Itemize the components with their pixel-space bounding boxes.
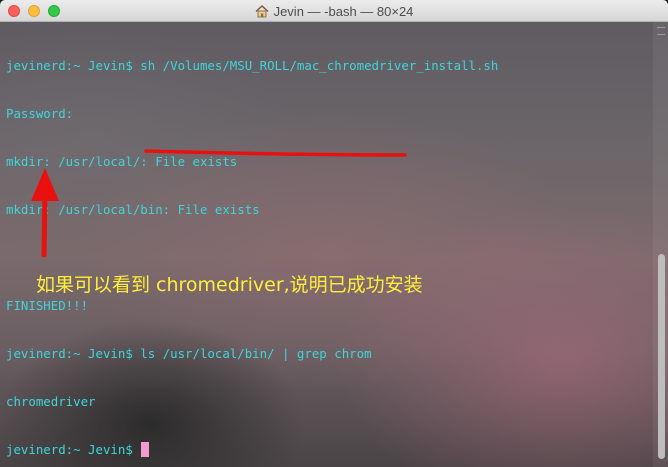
terminal-prompt-line[interactable]: jevinerd:~ Jevin$ [6, 441, 646, 459]
terminal-line: chromedriver [6, 394, 96, 409]
terminal-line: mkdir: /usr/local/: File exists [6, 154, 238, 169]
window-title-group: Jevin — -bash — 80×24 [0, 0, 668, 22]
terminal-window: Jevin — -bash — 80×24 jevinerd:~ Jevin$ … [0, 0, 668, 467]
terminal-output[interactable]: jevinerd:~ Jevin$ sh /Volumes/MSU_ROLL/m… [6, 27, 646, 467]
terminal-line: FINISHED!!! [6, 298, 89, 313]
terminal-prompt: jevinerd:~ Jevin$ [6, 442, 141, 457]
annotation-text: 如果可以看到 chromedriver,说明已成功安装 [36, 274, 423, 296]
terminal-line: jevinerd:~ Jevin$ sh /Volumes/MSU_ROLL/m… [6, 58, 499, 73]
home-icon [255, 5, 269, 18]
split-pane-handle[interactable] [657, 27, 665, 35]
terminal-line: Password: [6, 106, 74, 121]
terminal-line: jevinerd:~ Jevin$ ls /usr/local/bin/ | g… [6, 346, 372, 361]
title-bar[interactable]: Jevin — -bash — 80×24 [0, 0, 668, 22]
terminal-line: mkdir: /usr/local/bin: File exists [6, 202, 260, 217]
scrollbar-thumb[interactable] [658, 254, 665, 459]
window-title: Jevin — -bash — 80×24 [273, 3, 414, 19]
text-cursor [141, 442, 150, 457]
